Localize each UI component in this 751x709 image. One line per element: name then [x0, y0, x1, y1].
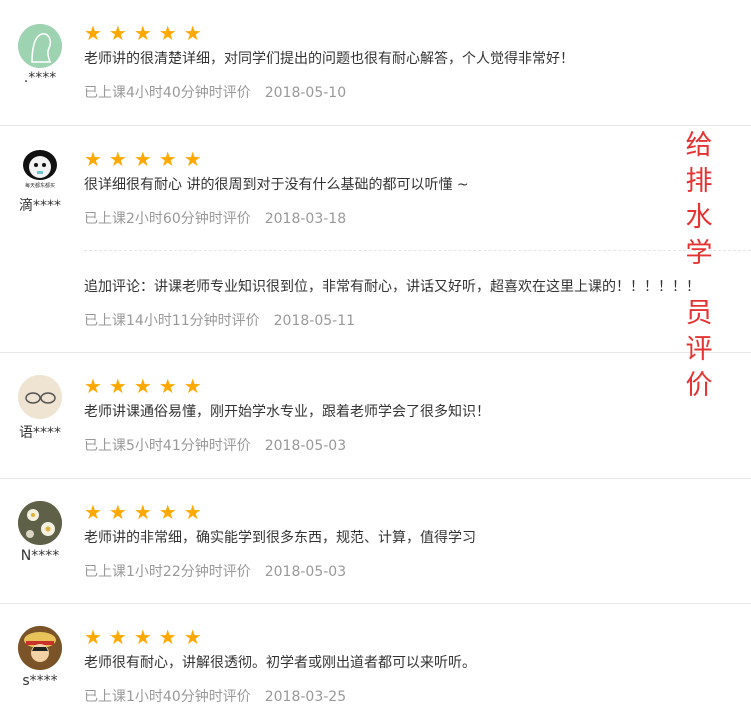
followup-divider [84, 250, 751, 251]
study-time: 已上课2小时60分钟时评价 [84, 211, 251, 227]
followup-meta: 已上课14小时11分钟时评价 2018-05-11 [84, 310, 355, 330]
avatar-image [18, 375, 62, 419]
avatar[interactable] [18, 501, 62, 545]
banner-gap [676, 272, 722, 296]
banner-line-1: 给排水学 [685, 130, 713, 269]
review-date: 2018-05-03 [264, 438, 347, 454]
followup-date: 2018-05-11 [273, 313, 356, 329]
username: N**** [20, 548, 60, 564]
review-meta: 已上课4小时40分钟时评价 2018-05-10 [84, 82, 346, 102]
review-date: 2018-05-03 [264, 564, 347, 580]
study-time: 已上课1小时40分钟时评价 [84, 689, 251, 705]
avatar[interactable] [18, 375, 62, 419]
username: .**** [23, 70, 57, 86]
followup-content: 追加评论：讲课老师专业知识很到位，非常有耐心，讲话又好听，超喜欢在这里上课的！！… [84, 279, 700, 295]
study-time: 已上课5小时41分钟时评价 [84, 438, 251, 454]
review-content: 老师讲的非常细，确实能学到很多东西，规范、计算，值得学习 [84, 530, 476, 546]
star-rating: ★★★★★ [84, 500, 209, 524]
followup-study-time: 已上课14小时11分钟时评价 [84, 313, 260, 329]
star-rating: ★★★★★ [84, 625, 209, 649]
review-date: 2018-03-25 [264, 689, 347, 705]
banner-title: 给排水学 员评价 [676, 128, 722, 404]
avatar-caption: 每天都东都买 [24, 183, 55, 189]
avatar-image [18, 626, 62, 670]
avatar[interactable] [18, 626, 62, 670]
review-date: 2018-05-10 [264, 85, 347, 101]
username: 语**** [19, 425, 61, 441]
review-item: 每天都东都买 滴**** ★★★★★ 很详细很有耐心 讲的很周到对于没有什么基础… [0, 126, 751, 353]
review-meta: 已上课1小时40分钟时评价 2018-03-25 [84, 686, 346, 706]
review-content: 很详细很有耐心 讲的很周到对于没有什么基础的都可以听懂 ~ [84, 177, 469, 193]
username: s**** [22, 673, 58, 689]
avatar[interactable]: 每天都东都买 [18, 148, 62, 192]
star-rating: ★★★★★ [84, 374, 209, 398]
star-rating: ★★★★★ [84, 147, 209, 171]
username: 滴**** [19, 198, 61, 214]
avatar-image [18, 501, 62, 545]
banner-line-2: 员评价 [685, 298, 713, 401]
review-item: N**** ★★★★★ 老师讲的非常细，确实能学到很多东西，规范、计算，值得学习… [0, 479, 751, 604]
review-item: .**** ★★★★★ 老师讲的很清楚详细，对同学们提出的问题也很有耐心解答，个… [0, 0, 751, 126]
review-meta: 已上课2小时60分钟时评价 2018-03-18 [84, 208, 346, 228]
avatar-image [18, 24, 62, 68]
review-item: s**** ★★★★★ 老师很有耐心，讲解很透彻。初学者或刚出道者都可以来听听。… [0, 604, 751, 709]
review-content: 老师讲的很清楚详细，对同学们提出的问题也很有耐心解答，个人觉得非常好！ [84, 51, 574, 67]
review-meta: 已上课5小时41分钟时评价 2018-05-03 [84, 435, 346, 455]
review-content: 老师讲课通俗易懂，刚开始学水专业，跟着老师学会了很多知识！ [84, 404, 490, 420]
study-time: 已上课1小时22分钟时评价 [84, 564, 251, 580]
review-content: 老师很有耐心，讲解很透彻。初学者或刚出道者都可以来听听。 [84, 655, 476, 671]
avatar[interactable] [18, 24, 62, 68]
study-time: 已上课4小时40分钟时评价 [84, 85, 251, 101]
review-date: 2018-03-18 [264, 211, 347, 227]
review-item: 语**** ★★★★★ 老师讲课通俗易懂，刚开始学水专业，跟着老师学会了很多知识… [0, 353, 751, 479]
star-rating: ★★★★★ [84, 21, 209, 45]
review-meta: 已上课1小时22分钟时评价 2018-05-03 [84, 561, 346, 581]
